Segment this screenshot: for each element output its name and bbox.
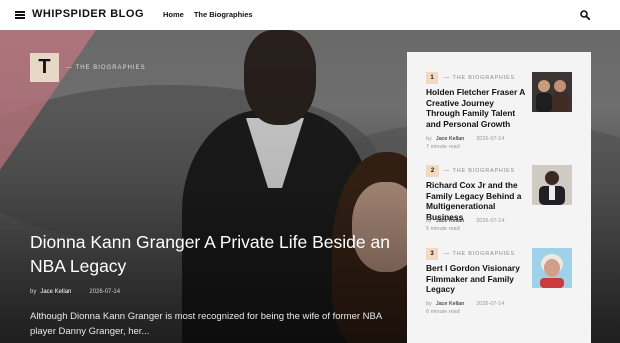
search-icon[interactable]	[580, 10, 590, 20]
hero-title[interactable]: Dionna Kann Granger A Private Life Besid…	[30, 230, 390, 278]
hero-date: 2026-07-14	[89, 289, 121, 295]
article-category[interactable]: — THE BIOGRAPHIES	[444, 168, 515, 174]
hero-author[interactable]: Jace Kellan	[40, 289, 71, 295]
article-category[interactable]: — THE BIOGRAPHIES	[444, 251, 515, 257]
article-by: by	[426, 301, 432, 307]
sidebar-article-3[interactable]: 3 — THE BIOGRAPHIES Bert I Gordon Vision…	[426, 248, 583, 328]
article-read-time: 5 minute read	[426, 226, 460, 232]
article-read-time: 7 minute read	[426, 144, 460, 150]
category-badge[interactable]: T	[30, 53, 59, 82]
site-logo[interactable]: WHIPSPIDER BLOG	[32, 8, 144, 20]
rank-badge: 1	[426, 72, 438, 84]
rank-badge: 2	[426, 165, 439, 177]
sidebar-article-2[interactable]: 2 — THE BIOGRAPHIES Richard Cox Jr and t…	[426, 165, 583, 243]
hamburger-menu-icon[interactable]	[15, 11, 25, 19]
main-nav: Home The Biographies	[163, 10, 253, 19]
article-title[interactable]: Richard Cox Jr and the Family Legacy Beh…	[426, 180, 530, 222]
article-title[interactable]: Holden Fletcher Fraser A Creative Journe…	[426, 87, 530, 129]
hero-meta: by Jace Kellan 2026-07-14	[30, 289, 120, 295]
article-date: 2026-07-14	[476, 218, 505, 224]
hero-by: by	[30, 289, 37, 295]
article-date: 2026-07-14	[476, 136, 505, 142]
article-date: 2026-07-14	[476, 301, 505, 307]
article-meta: by Jace Kellan 2026-07-14	[426, 301, 504, 307]
article-author[interactable]: Jace Kellan	[436, 301, 464, 307]
rank-badge: 3	[426, 248, 438, 260]
top-header: WHIPSPIDER BLOG Home The Biographies	[0, 0, 620, 30]
article-meta: by Jace Kellan 2026-07-14	[426, 218, 504, 224]
article-meta: by Jace Kellan 2026-07-14	[426, 136, 504, 142]
nav-the-biographies[interactable]: The Biographies	[194, 10, 253, 19]
sidebar-article-1[interactable]: 1 — THE BIOGRAPHIES Holden Fletcher Fras…	[426, 72, 583, 168]
article-category[interactable]: — THE BIOGRAPHIES	[444, 75, 515, 81]
article-thumbnail[interactable]	[532, 248, 572, 288]
article-title[interactable]: Bert I Gordon Visionary Filmmaker and Fa…	[426, 263, 530, 295]
nav-home[interactable]: Home	[163, 10, 184, 19]
trending-sidebar: 1 — THE BIOGRAPHIES Holden Fletcher Fras…	[407, 52, 591, 343]
article-author[interactable]: Jace Kellan	[436, 136, 464, 142]
article-by: by	[426, 218, 432, 224]
hero-category[interactable]: — THE BIOGRAPHIES	[66, 65, 146, 71]
article-thumbnail[interactable]	[532, 165, 572, 205]
article-thumbnail[interactable]	[532, 72, 572, 112]
article-author[interactable]: Jace Kellan	[436, 218, 464, 224]
article-by: by	[426, 136, 432, 142]
hero-excerpt: Although Dionna Kann Granger is most rec…	[30, 311, 382, 337]
article-read-time: 6 minute read	[426, 309, 460, 315]
